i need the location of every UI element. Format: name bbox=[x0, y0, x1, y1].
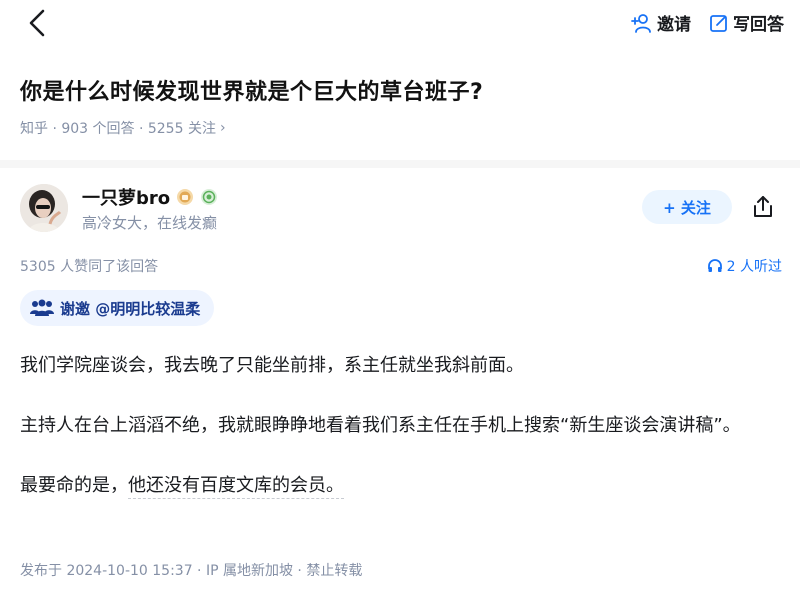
answer-paragraph-3-highlight: 他还没有百度文库的会员。 bbox=[128, 475, 344, 499]
write-answer-button[interactable]: 写回答 bbox=[709, 10, 784, 35]
share-button[interactable] bbox=[748, 192, 778, 222]
follow-button[interactable]: + 关注 bbox=[642, 190, 732, 224]
creator-badge-icon bbox=[201, 189, 218, 205]
invite-label: 邀请 bbox=[657, 15, 691, 35]
share-icon bbox=[754, 196, 772, 217]
author-name[interactable]: 一只萝bro bbox=[82, 184, 218, 210]
answer-paragraph-2: 主持人在台上滔滔不绝，我就眼睁睁地看着我们系主任在手机上搜索“新生座谈会演讲稿”… bbox=[20, 415, 741, 436]
write-answer-label: 写回答 bbox=[733, 15, 784, 35]
answer-paragraph-1: 我们学院座谈会，我去晚了只能坐前排，系主任就坐我斜前面。 bbox=[20, 355, 524, 376]
votes-row: 5305 人赞同了该回答 2 人听过 bbox=[20, 256, 782, 276]
author-name-text: 一只萝bro bbox=[82, 188, 171, 209]
author-bio: 高冷女大，在线发癫 bbox=[82, 214, 218, 232]
question-title[interactable]: 你是什么时候发现世界就是个巨大的草台班子? bbox=[20, 74, 483, 106]
headphones-icon bbox=[707, 259, 722, 272]
listen-count: 2 人听过 bbox=[726, 259, 782, 275]
top-bar: 邀请 写回答 bbox=[0, 0, 800, 48]
answer-paragraph-3-start: 最要命的是， bbox=[20, 475, 128, 496]
section-divider bbox=[0, 160, 800, 168]
author-row: 一只萝bro 高冷女大，在线发癫 + 关注 bbox=[20, 182, 780, 238]
avatar[interactable] bbox=[20, 184, 68, 232]
answer-body: 我们学院座谈会，我去晚了只能坐前排，系主任就坐我斜前面。 主持人在台上滔滔不绝，… bbox=[20, 350, 780, 502]
invite-group-icon bbox=[30, 299, 54, 316]
publish-meta: 发布于 2024-10-10 15:37 · IP 属地新加坡 · 禁止转载 bbox=[20, 563, 363, 579]
answer-paragraph-3: 最要命的是，他还没有百度文库的会员。 bbox=[20, 470, 780, 502]
level-badge-icon bbox=[177, 189, 194, 205]
question-meta-text: 知乎 · 903 个回答 · 5255 关注 bbox=[20, 121, 216, 137]
write-answer-icon bbox=[710, 14, 727, 32]
invite-thanks-pill[interactable]: 谢邀 @明明比较温柔 bbox=[20, 290, 215, 326]
top-actions: 邀请 写回答 bbox=[631, 10, 784, 35]
avatar-image bbox=[20, 184, 68, 232]
back-arrow-icon bbox=[29, 9, 45, 37]
invite-icon bbox=[631, 13, 651, 33]
invite-button[interactable]: 邀请 bbox=[631, 10, 691, 35]
invite-thanks-text: 谢邀 @明明比较温柔 bbox=[60, 299, 201, 318]
chevron-right-icon: › bbox=[219, 120, 226, 136]
question-meta[interactable]: 知乎 · 903 个回答 · 5255 关注 › bbox=[20, 118, 226, 138]
listen-button[interactable]: 2 人听过 bbox=[707, 256, 782, 276]
votes-count: 5305 人赞同了该回答 bbox=[20, 259, 159, 275]
back-button[interactable] bbox=[22, 8, 52, 38]
